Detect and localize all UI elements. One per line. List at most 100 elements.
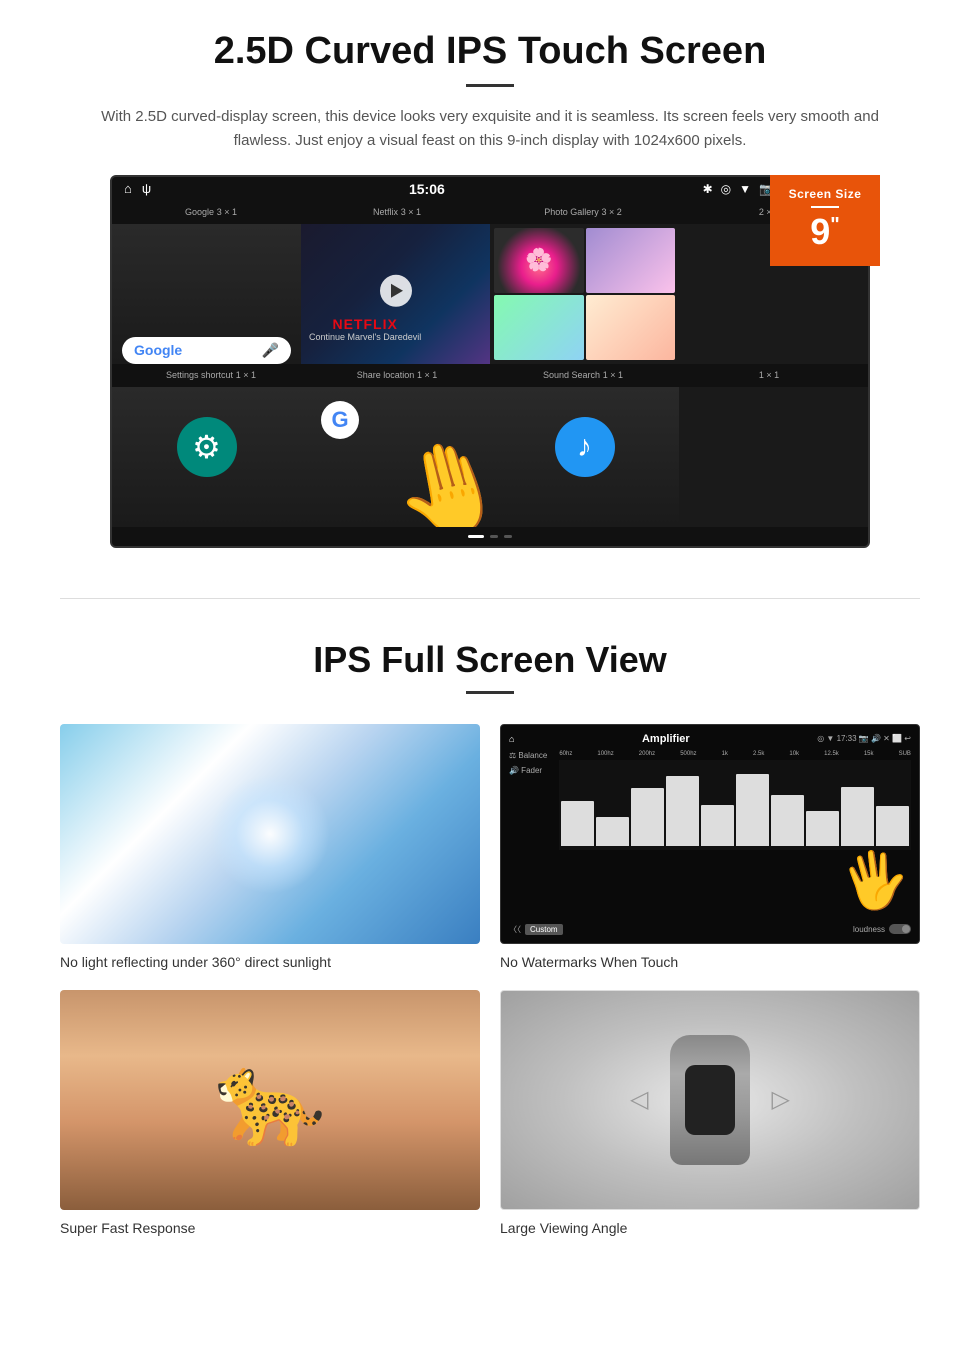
netflix-logo-text: NETFLIX bbox=[309, 316, 421, 332]
netflix-app-cell[interactable]: NETFLIX Continue Marvel's Daredevil bbox=[301, 224, 490, 364]
flower-photo: 🌸 bbox=[494, 228, 584, 293]
car-roof bbox=[685, 1065, 735, 1135]
section-ips-fullscreen: IPS Full Screen View No light reflecting… bbox=[0, 629, 980, 1266]
section1-description: With 2.5D curved-display screen, this de… bbox=[100, 105, 880, 153]
amp-title: Amplifier bbox=[642, 733, 690, 745]
share-label: Share location 1 × 1 bbox=[304, 368, 490, 383]
amp-freq-labels-top: 60hz100hz200hz500hz1k2.5k10k12.5k15kSUB bbox=[559, 751, 911, 757]
gallery-photo-1: 🌸 bbox=[494, 228, 584, 293]
car-top-view: ◁ ▷ bbox=[670, 1035, 750, 1165]
amplifier-caption: No Watermarks When Touch bbox=[500, 954, 920, 970]
amp-controls-left: ⚖ Balance 🔊 Fader 60hz100hz200hz500hz1k2… bbox=[509, 751, 911, 850]
amp-bar-5 bbox=[701, 764, 734, 846]
amp-bar-3 bbox=[631, 764, 664, 846]
amplifier-image: ⌂ Amplifier ◎ ▼ 17:33 📷 🔊 ✕ ⬜ ↩ ⚖ Balanc… bbox=[500, 724, 920, 944]
amp-footer-right: loudness bbox=[853, 924, 911, 934]
amp-footer-left: 〈〈 Custom bbox=[509, 924, 563, 935]
sunlight-card: No light reflecting under 360° direct su… bbox=[60, 724, 480, 970]
status-left-icons: ⌂ ψ bbox=[124, 181, 151, 196]
amp-bar-9 bbox=[841, 764, 874, 846]
location-icon: ◎ bbox=[721, 182, 731, 196]
empty-label-2: 1 × 1 bbox=[676, 368, 862, 383]
section2-underline bbox=[466, 691, 514, 694]
amp-bar-10 bbox=[876, 764, 909, 846]
section2-title: IPS Full Screen View bbox=[60, 639, 920, 681]
car-card: ◁ ▷ Large Viewing Angle bbox=[500, 990, 920, 1236]
sound-icon-wrap: ♪ bbox=[555, 417, 615, 477]
gallery-label: Photo Gallery 3 × 2 bbox=[490, 205, 676, 220]
car-body bbox=[670, 1035, 750, 1165]
sunlight-image bbox=[60, 724, 480, 944]
amp-home-icon: ⌂ bbox=[509, 734, 514, 744]
cheetah-image: 🐆 bbox=[60, 990, 480, 1210]
settings-app-cell[interactable]: ⚙ bbox=[112, 387, 301, 527]
gear-icon: ⚙ bbox=[192, 428, 221, 466]
section-curved-screen: 2.5D Curved IPS Touch Screen With 2.5D c… bbox=[0, 0, 980, 568]
netflix-label: Netflix 3 × 1 bbox=[304, 205, 490, 220]
amp-bar-7 bbox=[771, 764, 804, 846]
gallery-app-cell[interactable]: 🌸 bbox=[490, 224, 679, 364]
amp-screen-inner: ⌂ Amplifier ◎ ▼ 17:33 📷 🔊 ✕ ⬜ ↩ ⚖ Balanc… bbox=[501, 725, 919, 943]
amp-eq-bars bbox=[559, 760, 911, 850]
sound-label: Sound Search 1 × 1 bbox=[490, 368, 676, 383]
bluetooth-icon: ✱ bbox=[703, 182, 713, 196]
settings-label: Settings shortcut 1 × 1 bbox=[118, 368, 304, 383]
cheetah-illustration: 🐆 bbox=[214, 1047, 326, 1152]
google-mic-icon: 🎤 bbox=[262, 342, 279, 359]
play-triangle-icon bbox=[391, 283, 403, 297]
app-grid-top: Google 🎤 NETFLIX Continue Marvel's Dared… bbox=[112, 224, 868, 364]
title-underline bbox=[466, 84, 514, 87]
status-time: 15:06 bbox=[409, 181, 445, 197]
section-divider bbox=[60, 598, 920, 599]
sound-search-cell[interactable]: ♪ bbox=[490, 387, 679, 527]
hand-icon: 🤚 bbox=[381, 424, 490, 527]
wifi-icon: ▼ bbox=[739, 182, 751, 196]
google-logo: Google bbox=[134, 342, 182, 358]
feature-image-grid: No light reflecting under 360° direct su… bbox=[60, 724, 920, 1236]
car-image: ◁ ▷ bbox=[500, 990, 920, 1210]
amp-bar-2 bbox=[596, 764, 629, 846]
amp-bar-4 bbox=[666, 764, 699, 846]
signal-icon: ψ bbox=[142, 181, 151, 196]
netflix-preview-image: NETFLIX Continue Marvel's Daredevil bbox=[301, 224, 490, 364]
amp-eq-section: 60hz100hz200hz500hz1k2.5k10k12.5k15kSUB bbox=[559, 751, 911, 850]
screen-mockup-container: Screen Size 9" ⌂ ψ 15:06 ✱ ◎ ▼ 📷 🔊 bbox=[110, 175, 870, 548]
netflix-play-button[interactable] bbox=[380, 274, 412, 306]
amp-footer-bar: 〈〈 Custom loudness bbox=[509, 924, 911, 935]
settings-icon-wrap: ⚙ bbox=[177, 417, 237, 477]
amp-bar-1 bbox=[561, 764, 594, 846]
google-search-bar[interactable]: Google 🎤 bbox=[122, 337, 291, 364]
dot-1 bbox=[468, 535, 484, 538]
cheetah-card: 🐆 Super Fast Response bbox=[60, 990, 480, 1236]
car-arrow-right: ▷ bbox=[772, 1085, 790, 1114]
amp-status-icons: ◎ ▼ 17:33 📷 🔊 ✕ ⬜ ↩ bbox=[817, 734, 911, 743]
gallery-photo-2 bbox=[586, 228, 676, 293]
cheetah-caption: Super Fast Response bbox=[60, 1220, 480, 1236]
app-grid-bottom: ⚙ G 🤚 ♪ bbox=[112, 387, 868, 527]
status-bar: ⌂ ψ 15:06 ✱ ◎ ▼ 📷 🔊 ✕ ⬜ ↩ bbox=[112, 177, 868, 201]
amp-header: ⌂ Amplifier ◎ ▼ 17:33 📷 🔊 ✕ ⬜ ↩ bbox=[509, 733, 911, 745]
section1-title: 2.5D Curved IPS Touch Screen bbox=[60, 30, 920, 74]
netflix-logo-overlay: NETFLIX Continue Marvel's Daredevil bbox=[309, 316, 421, 342]
amp-bar-6 bbox=[736, 764, 769, 846]
google-g-icon: G bbox=[321, 401, 359, 439]
gallery-photo-3 bbox=[494, 295, 584, 360]
sunlight-caption: No light reflecting under 360° direct su… bbox=[60, 954, 480, 970]
amp-bar-8 bbox=[806, 764, 839, 846]
share-location-cell[interactable]: G 🤚 bbox=[301, 387, 490, 527]
dot-3 bbox=[504, 535, 512, 538]
screen-size-badge: Screen Size 9" bbox=[770, 175, 880, 266]
amp-labels-left: ⚖ Balance 🔊 Fader bbox=[509, 751, 547, 775]
badge-label: Screen Size bbox=[780, 187, 870, 201]
google-label: Google 3 × 1 bbox=[118, 205, 304, 220]
amplifier-card: ⌂ Amplifier ◎ ▼ 17:33 📷 🔊 ✕ ⬜ ↩ ⚖ Balanc… bbox=[500, 724, 920, 970]
google-app-cell[interactable]: Google 🎤 bbox=[112, 224, 301, 364]
badge-underline bbox=[811, 206, 839, 208]
android-screen: ⌂ ψ 15:06 ✱ ◎ ▼ 📷 🔊 ✕ ⬜ ↩ Google bbox=[110, 175, 870, 548]
home-icon: ⌂ bbox=[124, 181, 132, 196]
badge-size: 9" bbox=[780, 214, 870, 250]
netflix-subtitle: Continue Marvel's Daredevil bbox=[309, 332, 421, 342]
gallery-photo-4 bbox=[586, 295, 676, 360]
pagination-dots bbox=[112, 527, 868, 546]
app-labels-row-bottom: Settings shortcut 1 × 1 Share location 1… bbox=[112, 364, 868, 387]
